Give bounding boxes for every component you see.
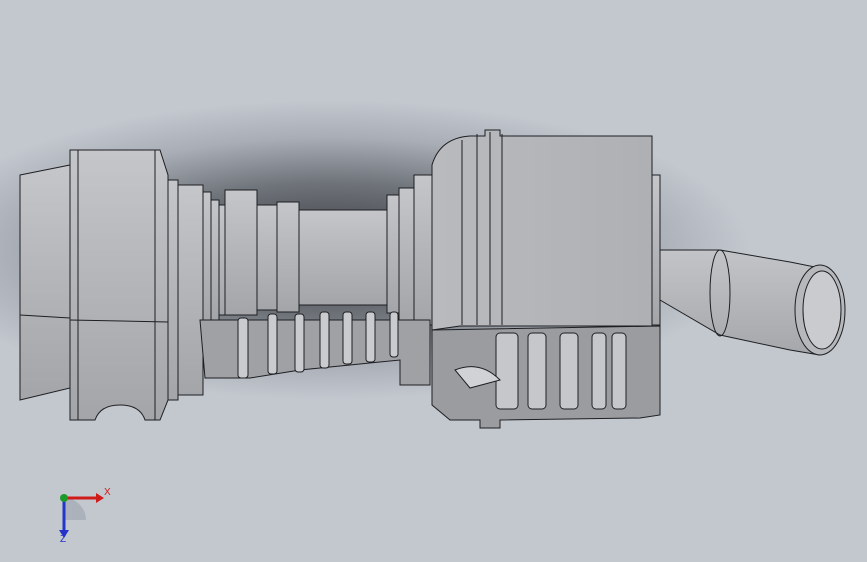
ring-1	[167, 179, 179, 401]
graphics-viewport[interactable]: X Z	[0, 0, 867, 562]
ring-3	[224, 189, 258, 316]
engine-assembly[interactable]	[19, 129, 846, 429]
triad-icon	[59, 493, 104, 538]
turbine-blades	[495, 332, 627, 410]
combustor-housing	[431, 129, 653, 331]
ring-4	[276, 201, 300, 313]
y-axis-dot	[60, 494, 68, 502]
coordinate-triad: X Z	[44, 482, 124, 552]
x-axis-label: X	[104, 487, 111, 498]
compressor-drum	[298, 209, 388, 306]
rear-flange	[651, 174, 661, 326]
ring-2	[177, 184, 204, 396]
inlet-cone	[19, 164, 71, 401]
z-axis-label: Z	[60, 534, 67, 545]
front-casing	[69, 149, 169, 421]
turbojet-model[interactable]	[0, 0, 867, 562]
